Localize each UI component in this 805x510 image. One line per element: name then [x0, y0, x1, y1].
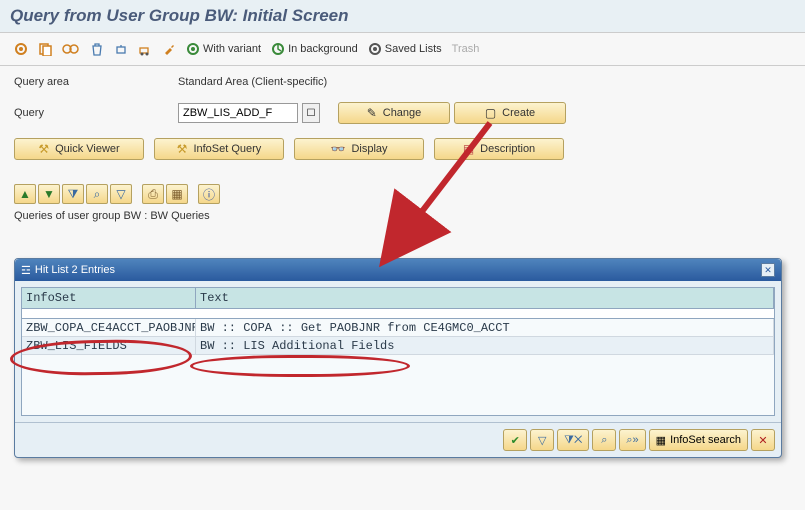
f4-help-icon[interactable]: ☐ — [302, 103, 320, 123]
sort-asc-icon[interactable]: ▲ — [14, 184, 36, 204]
filter-button[interactable]: ▽ — [530, 429, 554, 451]
cell-infoset: ZBW_COPA_CE4ACCT_PAOBJNR — [22, 319, 196, 337]
delete-filter-button[interactable]: ⧩✕ — [557, 429, 589, 451]
dialog-titlebar: ☲ Hit List 2 Entries ✕ — [15, 259, 781, 281]
dialog-title-text: Hit List 2 Entries — [35, 264, 115, 276]
section-heading: Queries of user group BW : BW Queries — [0, 208, 805, 228]
col-infoset[interactable]: InfoSet — [22, 288, 196, 308]
print-icon[interactable]: ⎙ — [142, 184, 164, 204]
query-label: Query — [14, 107, 174, 119]
pencil-icon: ✎ — [367, 106, 377, 120]
filter-icon[interactable]: ⧩ — [62, 184, 84, 204]
cell-infoset: ZBW_LIS_FIELDS — [22, 337, 196, 355]
cancel-button[interactable]: ✕ — [751, 429, 775, 451]
create-button[interactable]: ▢Create — [454, 102, 566, 124]
execute-icon[interactable] — [10, 39, 32, 59]
sap-window: Query from User Group BW: Initial Screen… — [0, 0, 805, 510]
dialog-icon: ☲ — [21, 264, 31, 277]
dialog-body: InfoSet Text ZBW_COPA_CE4ACCT_PAOBJNR BW… — [15, 287, 781, 416]
table-row[interactable]: ZBW_LIS_FIELDS BW :: LIS Additional Fiel… — [22, 337, 774, 355]
execute-variant-icon[interactable] — [58, 39, 84, 59]
glasses-icon: 👓 — [330, 142, 345, 156]
delete-icon[interactable] — [86, 39, 108, 59]
filter2-icon[interactable]: ▽ — [110, 184, 132, 204]
col-text[interactable]: Text — [196, 288, 774, 308]
dialog-footer: ✔ ▽ ⧩✕ ⌕ ⌕» ▦InfoSet search ✕ — [15, 422, 781, 457]
quick-viewer-button[interactable]: ⚒Quick Viewer — [14, 138, 144, 160]
sort-desc-icon[interactable]: ▼ — [38, 184, 60, 204]
with-variant-button[interactable]: With variant — [182, 39, 265, 59]
saved-lists-button[interactable]: Saved Lists — [364, 39, 446, 59]
new-icon: ▢ — [485, 106, 496, 120]
transport-icon[interactable] — [134, 39, 156, 59]
ok-button[interactable]: ✔ — [503, 429, 527, 451]
app-toolbar: With variant In background Saved Lists T… — [0, 33, 805, 66]
query-input[interactable] — [178, 103, 298, 123]
dialog-close-button[interactable]: ✕ — [761, 263, 775, 277]
in-background-button[interactable]: In background — [267, 39, 362, 59]
infoset-query-button[interactable]: ⚒InfoSet Query — [154, 138, 284, 160]
hit-list-dialog: ☲ Hit List 2 Entries ✕ InfoSet Text ZBW_… — [14, 258, 782, 458]
titlebar: Query from User Group BW: Initial Screen — [0, 0, 805, 33]
wrench-icon: ⚒ — [177, 142, 188, 156]
findnext-button[interactable]: ⌕» — [619, 429, 645, 451]
copy-icon[interactable] — [34, 39, 56, 59]
wrench-icon: ⚒ — [38, 142, 49, 156]
query-area-label: Query area — [14, 76, 174, 88]
info-icon[interactable]: ⓘ — [198, 184, 220, 204]
tool-icon[interactable] — [158, 39, 180, 59]
change-button[interactable]: ✎Change — [338, 102, 450, 124]
result-grid: InfoSet Text ZBW_COPA_CE4ACCT_PAOBJNR BW… — [21, 287, 775, 416]
cell-text: BW :: COPA :: Get PAOBJNR from CE4GMC0_A… — [196, 319, 774, 337]
page-title: Query from User Group BW: Initial Screen — [10, 6, 795, 26]
query-area-value: Standard Area (Client-specific) — [178, 76, 327, 88]
infoset-search-button[interactable]: ▦InfoSet search — [649, 429, 748, 451]
search-icon: ▦ — [656, 434, 666, 447]
doc-icon: ▤ — [463, 142, 474, 156]
cell-text: BW :: LIS Additional Fields — [196, 337, 774, 355]
display-button[interactable]: 👓Display — [294, 138, 424, 160]
layout-icon[interactable]: ▦ — [166, 184, 188, 204]
find-button[interactable]: ⌕ — [592, 429, 616, 451]
grid-header: InfoSet Text — [22, 288, 774, 309]
find-icon[interactable]: ⌕ — [86, 184, 108, 204]
trash-button: Trash — [448, 39, 484, 59]
form-area: Query area Standard Area (Client-specifi… — [0, 66, 805, 184]
description-button[interactable]: ▤Description — [434, 138, 564, 160]
table-row[interactable]: ZBW_COPA_CE4ACCT_PAOBJNR BW :: COPA :: G… — [22, 319, 774, 337]
alv-toolbar: ▲ ▼ ⧩ ⌕ ▽ ⎙ ▦ ⓘ — [0, 184, 805, 208]
rename-icon[interactable] — [110, 39, 132, 59]
